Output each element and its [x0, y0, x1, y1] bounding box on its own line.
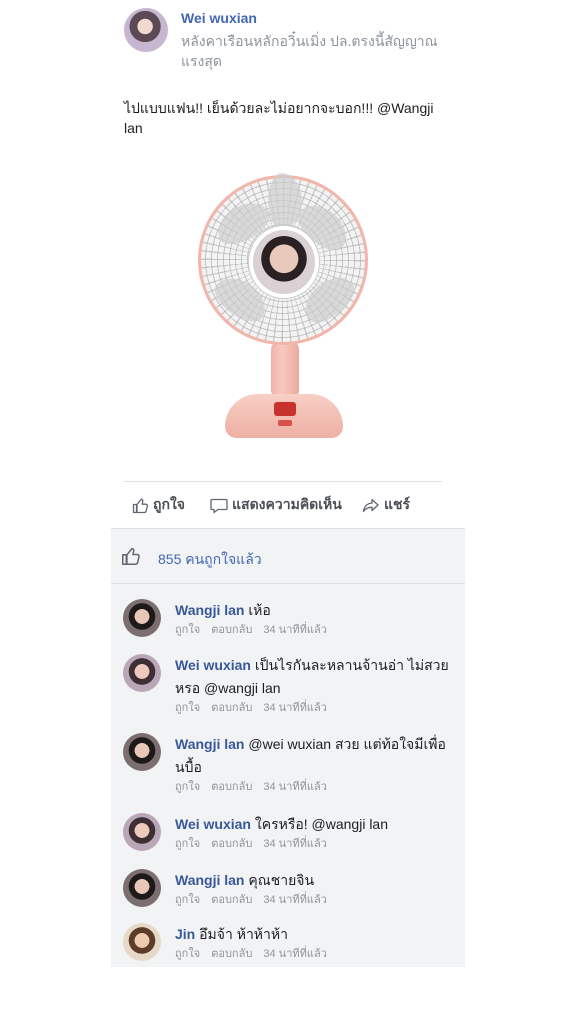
- comment-author[interactable]: Jin: [175, 926, 195, 942]
- comment-author[interactable]: Wei wuxian: [175, 657, 251, 673]
- share-arrow-icon: [362, 497, 380, 514]
- post-author-name[interactable]: Wei wuxian: [181, 10, 257, 26]
- post-body-text: ไปแบบแฟน!! เย็นด้วยละไม่อยากจะบอก!!! @Wa…: [124, 100, 434, 136]
- fan-base: [225, 394, 343, 438]
- facebook-post-screenshot: Wei wuxian หลังคาเรือนหลักอวิ๋นเมิ่ง ปล.…: [0, 0, 576, 1024]
- commenter-avatar[interactable]: [123, 599, 161, 637]
- share-button-label: แชร์: [384, 496, 411, 512]
- commenter-avatar[interactable]: [123, 923, 161, 961]
- speech-bubble-icon: [210, 497, 228, 514]
- comment-timestamp[interactable]: 34 นาทีที่แล้ว: [263, 624, 327, 636]
- comment-timestamp[interactable]: 34 นาทีที่แล้ว: [263, 702, 327, 714]
- comment-text: คุณชายจิน: [248, 872, 315, 888]
- fan-hub-face: [249, 226, 319, 298]
- comment-reply-link[interactable]: ตอบกลับ: [211, 624, 252, 636]
- comment-timestamp[interactable]: 34 นาทีที่แล้ว: [263, 894, 327, 906]
- post-status-text: หลังคาเรือนหลักอวิ๋นเมิ่ง ปล.ตรงนี้สัญญา…: [181, 33, 438, 69]
- comment-author[interactable]: Wei wuxian: [175, 816, 251, 832]
- post-action-bar: ถูกใจ แสดงความคิดเห็น แชร์: [124, 494, 442, 518]
- comment-timestamp[interactable]: 34 นาทีที่แล้ว: [263, 838, 327, 850]
- comment-like-link[interactable]: ถูกใจ: [175, 702, 200, 714]
- comment-text: อึมจ้า ห้าห้าห้า: [199, 926, 288, 942]
- comment-like-link[interactable]: ถูกใจ: [175, 781, 200, 793]
- post-divider: [124, 481, 442, 482]
- thumbs-up-icon: [121, 546, 141, 571]
- comment-author[interactable]: Wangji lan: [175, 736, 244, 752]
- comment-author[interactable]: Wangji lan: [175, 872, 244, 888]
- comment-button[interactable]: แสดงความคิดเห็น: [210, 494, 342, 516]
- comment-text: ใครหรือ! @wangji lan: [254, 816, 389, 832]
- commenter-avatar[interactable]: [123, 733, 161, 771]
- comment-text: เห้อ: [248, 602, 271, 618]
- commenter-avatar[interactable]: [123, 813, 161, 851]
- comment-like-link[interactable]: ถูกใจ: [175, 948, 200, 960]
- fan-stand: [271, 340, 299, 400]
- comment-reply-link[interactable]: ตอบกลับ: [211, 781, 252, 793]
- likes-summary[interactable]: 855 คนถูกใจแล้ว: [111, 529, 465, 584]
- likes-count-text[interactable]: 855 คนถูกใจแล้ว: [158, 549, 262, 571]
- share-button[interactable]: แชร์: [362, 494, 410, 516]
- comment-button-label: แสดงความคิดเห็น: [232, 496, 342, 512]
- like-button-label: ถูกใจ: [153, 496, 185, 512]
- commenter-avatar[interactable]: [123, 869, 161, 907]
- comments-panel: 855 คนถูกใจแล้ว Wangji lan เห้อ ถูกใจ ตอ…: [111, 528, 465, 967]
- comment-like-link[interactable]: ถูกใจ: [175, 894, 200, 906]
- commenter-avatar[interactable]: [123, 654, 161, 692]
- fan-brand-label: [278, 420, 292, 426]
- comment-reply-link[interactable]: ตอบกลับ: [211, 702, 252, 714]
- comment-reply-link[interactable]: ตอบกลับ: [211, 838, 252, 850]
- like-button[interactable]: ถูกใจ: [132, 494, 185, 516]
- fan-cage: [198, 173, 368, 345]
- comment-reply-link[interactable]: ตอบกลับ: [211, 948, 252, 960]
- comment-timestamp[interactable]: 34 นาทีที่แล้ว: [263, 781, 327, 793]
- comment-reply-link[interactable]: ตอบกลับ: [211, 894, 252, 906]
- comment-author[interactable]: Wangji lan: [175, 602, 244, 618]
- thumbs-up-icon: [132, 497, 149, 514]
- comment-like-link[interactable]: ถูกใจ: [175, 838, 200, 850]
- author-avatar[interactable]: [124, 8, 168, 52]
- comment-like-link[interactable]: ถูกใจ: [175, 624, 200, 636]
- fan-knob: [274, 402, 296, 416]
- comment-timestamp[interactable]: 34 นาทีที่แล้ว: [263, 948, 327, 960]
- post-image-fan[interactable]: [190, 172, 380, 447]
